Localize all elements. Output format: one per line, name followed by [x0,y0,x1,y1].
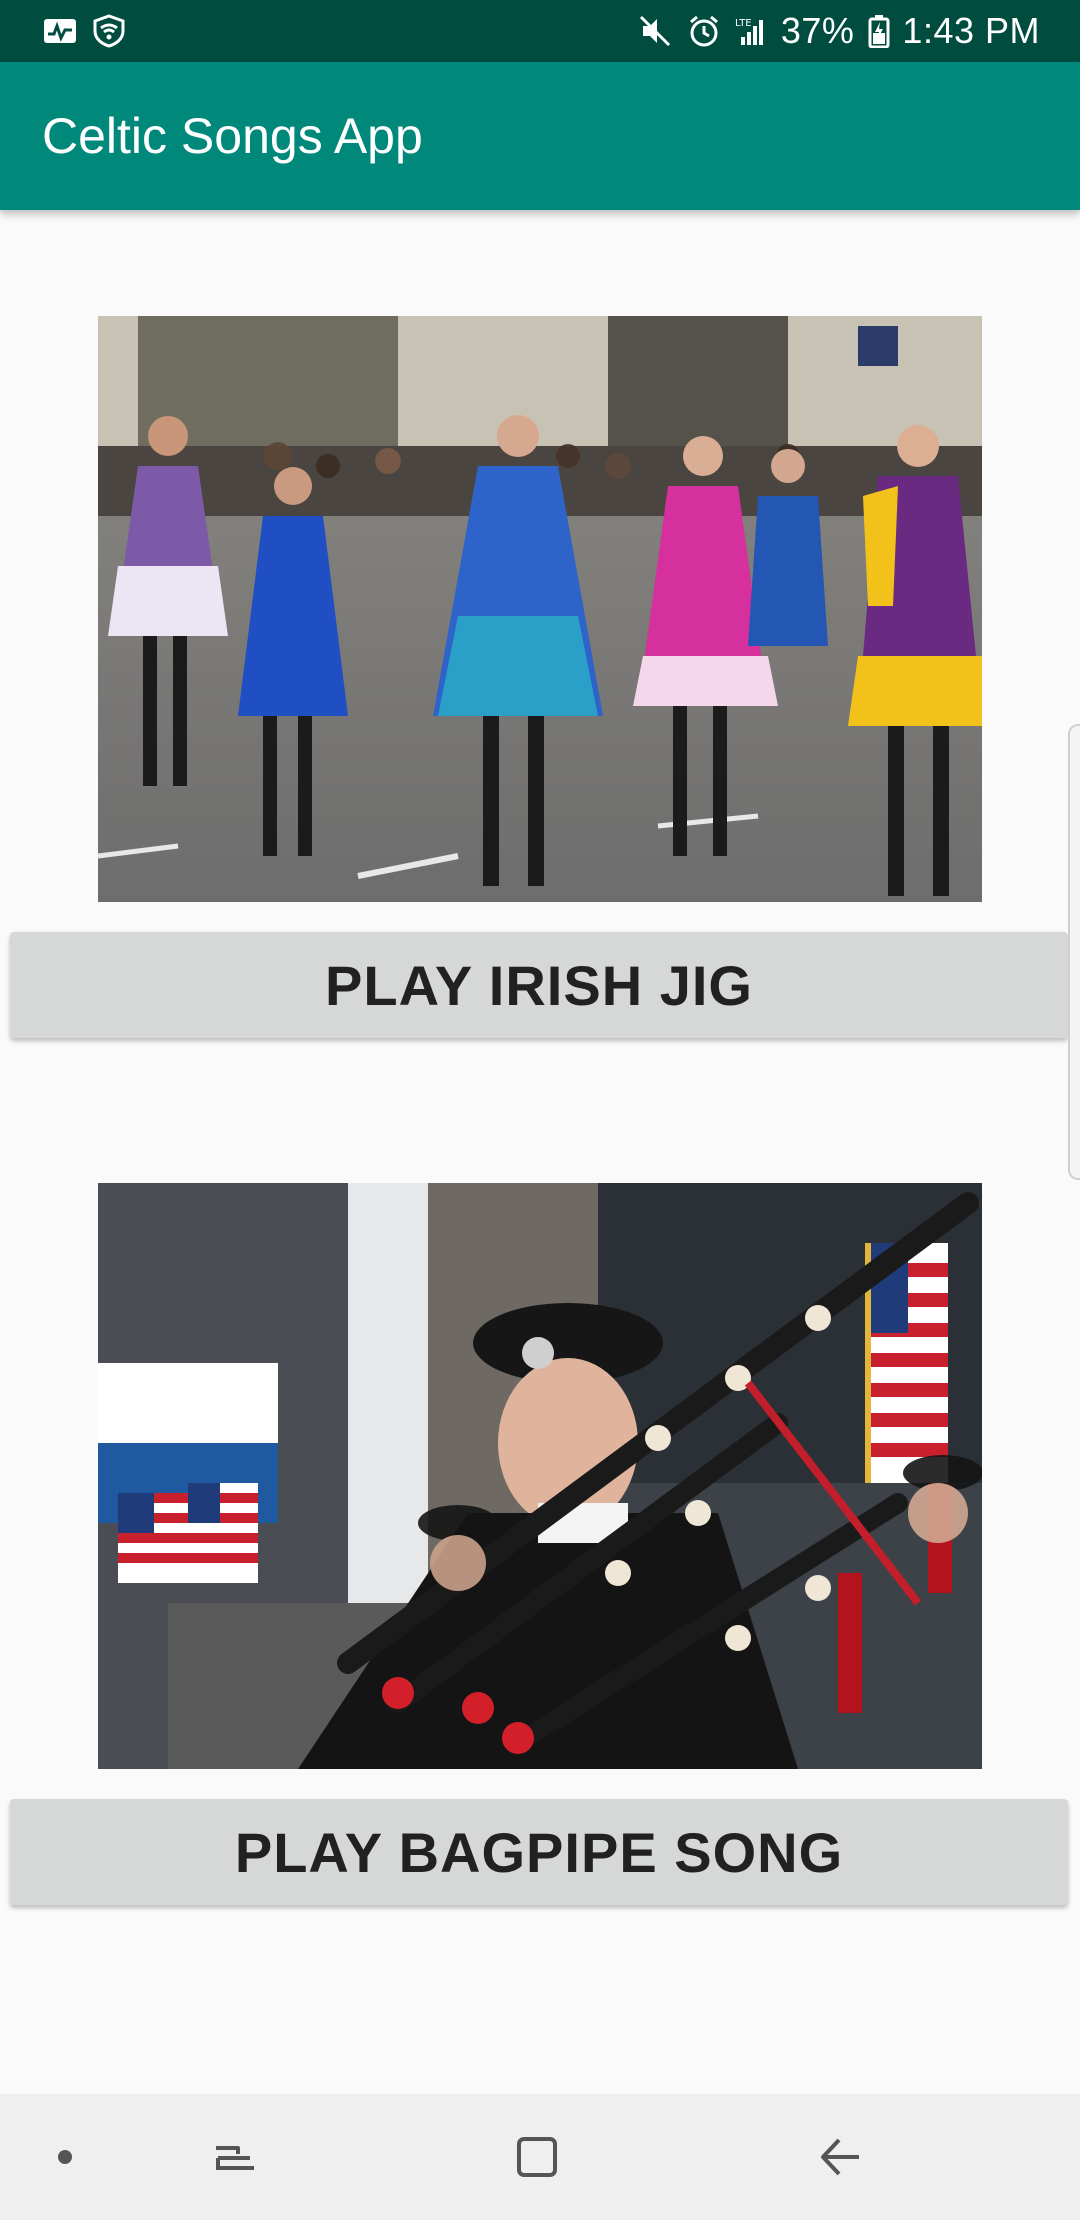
clock: 1:43 PM [902,10,1040,51]
home-icon [517,2137,557,2177]
app-title: Celtic Songs App [42,108,423,164]
irish-dancers-photo [98,316,982,902]
edge-panel-handle[interactable] [1068,724,1080,1180]
status-right: LTE 37% 1:43 PM [625,10,1040,52]
recents-icon [216,2146,254,2170]
app-bar: Celtic Songs App [0,62,1080,210]
nav-bar [0,2094,1080,2220]
play-irish-jig-button[interactable]: PLAY IRISH JIG [10,932,1068,1038]
activity-icon [44,19,76,43]
shield-wifi-icon [93,14,125,48]
bagpipers-photo [98,1183,982,1769]
nav-home-button[interactable] [492,2094,582,2220]
lte-signal-icon: LTE [735,18,763,45]
dot-icon [58,2150,72,2164]
nav-dot-button[interactable] [20,2094,110,2220]
nav-back-button[interactable] [795,2094,885,2220]
battery-icon [868,15,890,48]
play-bagpipe-song-button[interactable]: PLAY BAGPIPE SONG [10,1799,1068,1905]
alarm-icon [689,15,718,47]
back-icon [821,2138,859,2176]
mute-icon [639,15,670,47]
battery-percent: 37% [780,10,855,51]
nav-recents-button[interactable] [190,2094,280,2220]
status-bar: LTE 37% 1:43 PM [0,0,1080,62]
svg-text:LTE: LTE [735,18,752,29]
status-left [42,14,140,48]
